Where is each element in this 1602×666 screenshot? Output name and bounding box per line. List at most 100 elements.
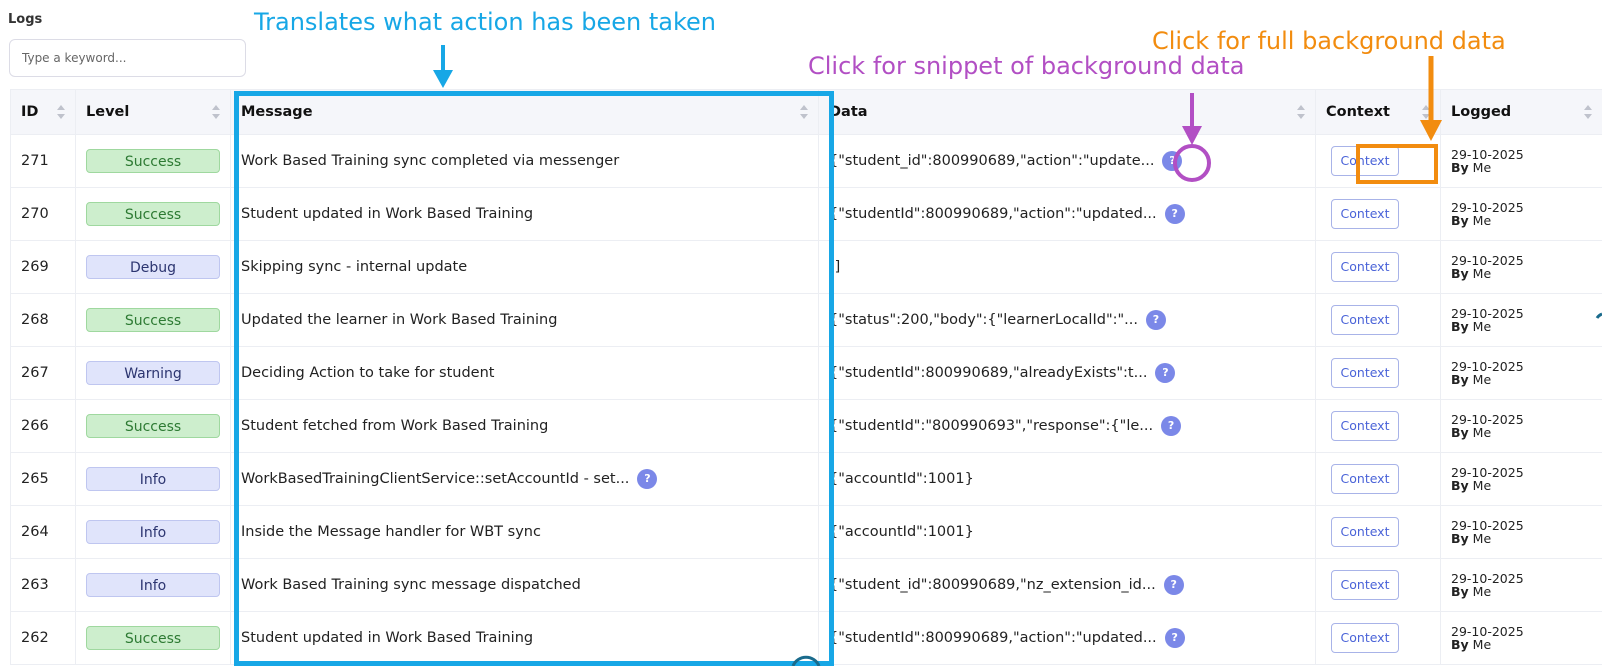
logged-by-label: By	[1451, 266, 1469, 281]
logged-by-label: By	[1451, 425, 1469, 440]
context-button[interactable]: Context	[1331, 305, 1399, 335]
level-badge: Success	[86, 202, 220, 226]
cell-level: Info	[75, 558, 231, 612]
page-title: Logs	[8, 12, 43, 27]
cell-id: 264	[10, 505, 76, 559]
log-id: 270	[21, 206, 49, 222]
log-data: {"studentId":800990689,"alreadyExists":t…	[829, 365, 1148, 381]
column-header-label: Logged	[1451, 104, 1512, 120]
cell-context: Context	[1315, 399, 1441, 453]
cell-logged: 29-10-2025 By Me	[1440, 611, 1602, 665]
cell-data: []	[818, 240, 1316, 294]
logged-user: Me	[1472, 319, 1492, 334]
context-button[interactable]: Context	[1331, 199, 1399, 229]
cell-level: Info	[75, 452, 231, 506]
help-icon[interactable]: ?	[1162, 151, 1183, 171]
help-icon[interactable]: ?	[1164, 204, 1185, 224]
log-data: {"status":200,"body":{"learnerLocalId":"…	[829, 312, 1138, 328]
annotation-message-column: Translates what action has been taken	[254, 8, 716, 36]
cell-logged: 29-10-2025 By Me	[1440, 399, 1602, 453]
log-data: {"student_id":800990689,"action":"update…	[829, 153, 1155, 169]
context-button[interactable]: Context	[1331, 464, 1399, 494]
cell-level: Debug	[75, 240, 231, 294]
column-header-level[interactable]: Level	[75, 89, 231, 135]
log-id: 267	[21, 365, 49, 381]
context-button[interactable]: Context	[1331, 358, 1399, 388]
cell-logged: 29-10-2025 By Me	[1440, 558, 1602, 612]
cell-data: {"student_id":800990689,"action":"update…	[818, 134, 1316, 188]
column-header-label: Context	[1326, 104, 1390, 120]
context-button[interactable]: Context	[1331, 517, 1399, 547]
cell-level: Success	[75, 293, 231, 347]
column-header-id[interactable]: ID	[10, 89, 76, 135]
cell-id: 266	[10, 399, 76, 453]
cell-data: {"studentId":800990689,"alreadyExists":t…	[818, 346, 1316, 400]
arrow-blue-head	[433, 70, 453, 88]
cell-id: 265	[10, 452, 76, 506]
cell-data: {"accountId":1001}	[818, 452, 1316, 506]
level-badge: Success	[86, 414, 220, 438]
column-header-logged[interactable]: Logged	[1440, 89, 1602, 135]
cell-id: 271	[10, 134, 76, 188]
context-button[interactable]: Context	[1331, 623, 1399, 653]
help-icon[interactable]: ?	[1146, 310, 1166, 330]
logged-user: Me	[1472, 160, 1492, 175]
sort-icon[interactable]	[212, 105, 220, 119]
sort-icon[interactable]	[57, 105, 65, 119]
help-icon[interactable]: ?	[1164, 628, 1185, 648]
logged-user: Me	[1472, 584, 1492, 599]
column-header-context[interactable]: Context	[1315, 89, 1441, 135]
log-data: {"accountId":1001}	[829, 471, 974, 487]
level-badge: Success	[86, 308, 220, 332]
log-data: {"studentId":800990689,"action":"updated…	[829, 206, 1157, 222]
column-header-label: ID	[21, 104, 39, 120]
cell-id: 269	[10, 240, 76, 294]
help-icon[interactable]: ?	[1163, 575, 1184, 595]
level-badge: Info	[86, 467, 220, 491]
log-data: {"accountId":1001}	[829, 524, 974, 540]
cell-data: {"studentId":"800990693","response":{"le…	[818, 399, 1316, 453]
message-column-highlight	[234, 91, 834, 666]
log-id: 269	[21, 259, 49, 275]
cell-id: 262	[10, 611, 76, 665]
logged-user: Me	[1472, 213, 1492, 228]
logged-by-label: By	[1451, 478, 1469, 493]
sort-icon[interactable]	[1297, 105, 1305, 119]
log-id: 265	[21, 471, 49, 487]
column-header-label: Data	[829, 104, 868, 120]
cell-level: Success	[75, 187, 231, 241]
level-badge: Success	[86, 149, 220, 173]
column-header-data[interactable]: Data	[818, 89, 1316, 135]
cell-context: Context	[1315, 558, 1441, 612]
annotation-full-data: Click for full background data	[1152, 27, 1506, 55]
logged-user: Me	[1472, 372, 1492, 387]
context-button[interactable]: Context	[1331, 411, 1399, 441]
cell-data: {"studentId":800990689,"action":"updated…	[818, 611, 1316, 665]
cell-logged: 29-10-2025 By Me	[1440, 240, 1602, 294]
logged-by-label: By	[1451, 584, 1469, 599]
logged-by-label: By	[1451, 637, 1469, 652]
cell-logged: 29-10-2025 By Me	[1440, 452, 1602, 506]
context-button-highlight	[1356, 144, 1438, 184]
cell-context: Context	[1315, 240, 1441, 294]
cell-level: Info	[75, 505, 231, 559]
cell-context: Context	[1315, 187, 1441, 241]
context-button[interactable]: Context	[1331, 570, 1399, 600]
cell-data: {"accountId":1001}	[818, 505, 1316, 559]
cell-logged: 29-10-2025 By Me	[1440, 293, 1602, 347]
cell-id: 263	[10, 558, 76, 612]
log-id: 266	[21, 418, 49, 434]
help-icon[interactable]: ?	[1155, 363, 1176, 383]
search-input[interactable]	[9, 39, 246, 77]
context-button[interactable]: Context	[1331, 252, 1399, 282]
sort-icon[interactable]	[1422, 105, 1430, 119]
level-badge: Info	[86, 573, 220, 597]
help-icon[interactable]: ?	[1161, 416, 1182, 436]
cell-level: Success	[75, 611, 231, 665]
logged-user: Me	[1472, 478, 1492, 493]
sort-icon[interactable]	[1584, 105, 1592, 119]
level-badge: Success	[86, 626, 220, 650]
cell-data: {"status":200,"body":{"learnerLocalId":"…	[818, 293, 1316, 347]
level-badge: Info	[86, 520, 220, 544]
cell-logged: 29-10-2025 By Me	[1440, 346, 1602, 400]
